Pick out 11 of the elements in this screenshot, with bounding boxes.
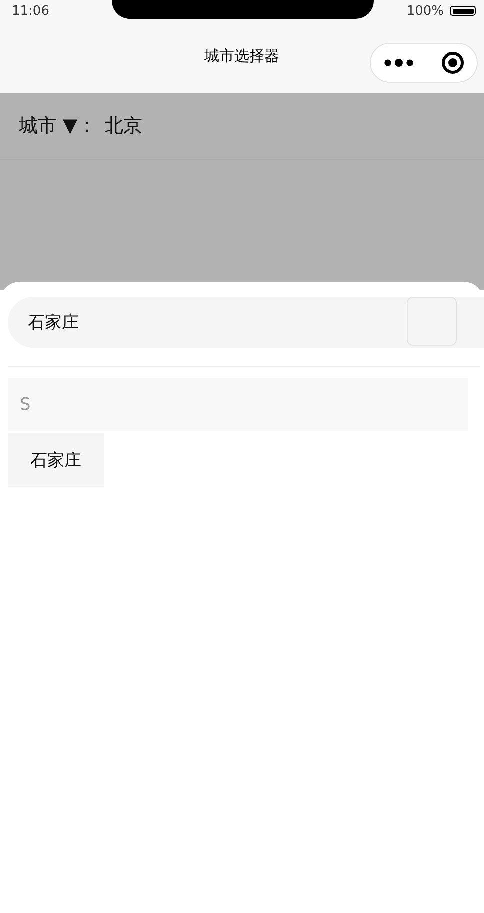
time: 11:06 xyxy=(12,4,50,18)
close-icon[interactable] xyxy=(440,51,464,75)
search-field[interactable]: 石家庄 xyxy=(8,297,484,348)
city-item[interactable]: 石家庄 xyxy=(8,433,104,487)
picker-value: 北京 xyxy=(104,114,143,139)
page-title: 城市选择器 xyxy=(204,47,280,66)
battery-percent: 100% xyxy=(406,4,444,18)
battery-icon xyxy=(450,6,476,16)
picker-label[interactable]: 城市 ▼： xyxy=(19,113,97,139)
more-icon[interactable] xyxy=(384,58,416,68)
index-letter: S xyxy=(8,378,468,431)
